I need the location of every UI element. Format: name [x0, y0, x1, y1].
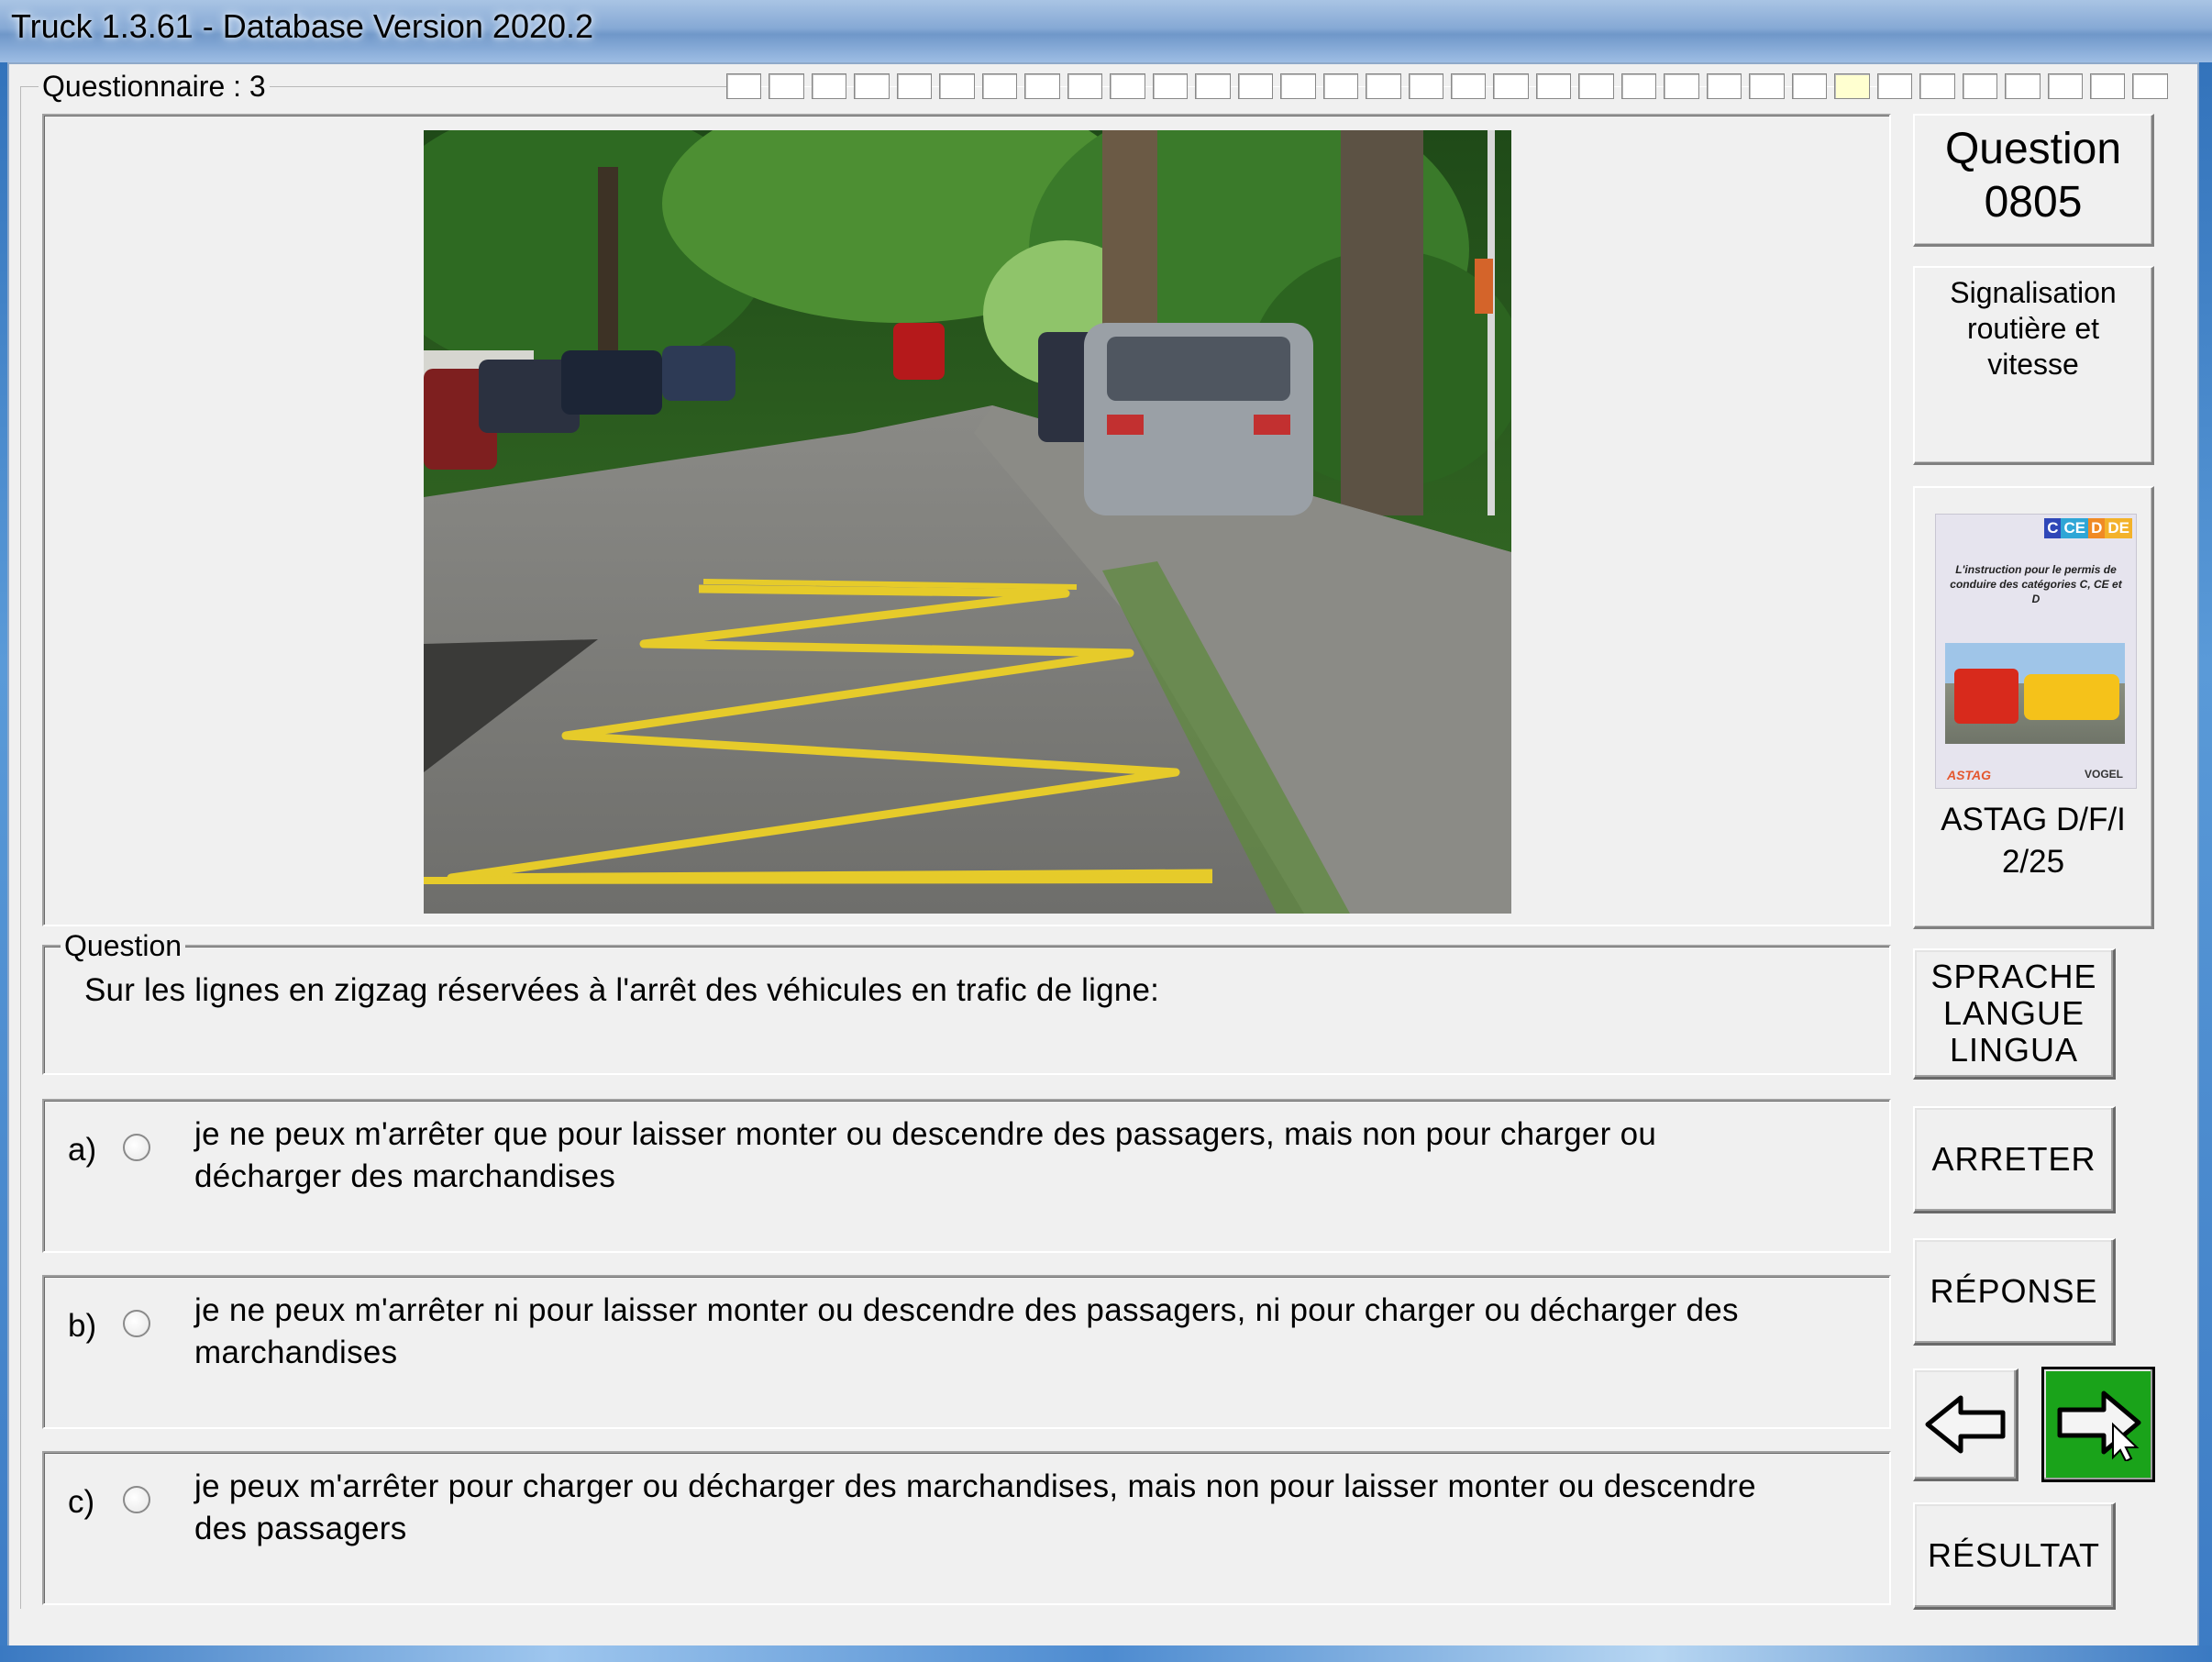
- progress-cell: [1535, 73, 1572, 99]
- title-bar[interactable]: Truck 1.3.61 - Database Version 2020.2: [0, 0, 2212, 62]
- progress-cell: [1067, 73, 1103, 99]
- previous-button[interactable]: [1913, 1368, 2018, 1481]
- question-number: 0805: [1984, 178, 2083, 227]
- arrow-left-icon: [1925, 1395, 2006, 1454]
- answer-a-letter: a): [68, 1132, 97, 1168]
- progress-cell: [1876, 73, 1913, 99]
- progress-cell: [896, 73, 933, 99]
- answer-b-line1: je ne peux m'arrêter ni pour laisser mon…: [194, 1292, 1739, 1328]
- reference-page: 2/25: [2001, 844, 2065, 880]
- answer-b-text[interactable]: je ne peux m'arrêter ni pour laisser mon…: [194, 1290, 1739, 1374]
- progress-cell: [811, 73, 847, 99]
- language-label-de: SPRACHE: [1930, 958, 2097, 995]
- answer-a-line1: je ne peux m'arrêter que pour laisser mo…: [194, 1116, 1657, 1152]
- progress-cell: [1237, 73, 1274, 99]
- progress-cell: [1195, 73, 1231, 99]
- answer-a-radio[interactable]: [123, 1134, 150, 1161]
- truck-shape: [1954, 669, 2018, 724]
- answer-c-text[interactable]: je peux m'arrêter pour charger ou déchar…: [194, 1466, 1756, 1550]
- progress-cell: [1408, 73, 1443, 99]
- answer-b-radio[interactable]: [123, 1310, 150, 1337]
- progress-cell: [1962, 73, 1998, 99]
- result-button[interactable]: RÉSULTAT: [1913, 1502, 2116, 1610]
- progress-cell: [1450, 73, 1487, 99]
- questionnaire-label: Questionnaire : 3: [39, 70, 270, 103]
- answer-c-letter: c): [68, 1484, 95, 1520]
- progress-cell: [1749, 73, 1785, 99]
- stop-button[interactable]: ARRETER: [1913, 1106, 2116, 1213]
- answer-c-line1: je peux m'arrêter pour charger ou déchar…: [194, 1468, 1756, 1504]
- progress-cell: [1919, 73, 1955, 99]
- progress-cell: [1280, 73, 1316, 99]
- book-cover: C CE D DE L'instruction pour le permis d…: [1935, 514, 2137, 789]
- progress-cell: [1791, 73, 1828, 99]
- cover-logo-right: VOGEL: [2084, 768, 2123, 781]
- arrow-right-icon: [2057, 1391, 2141, 1461]
- language-label-it: LINGUA: [1949, 1031, 2079, 1069]
- answer-c-line2: des passagers: [194, 1511, 407, 1546]
- question-number-box: Question 0805: [1913, 114, 2154, 247]
- cover-badges: C CE D DE: [2044, 518, 2132, 538]
- bus-shape: [2024, 674, 2119, 720]
- next-button[interactable]: [2041, 1367, 2155, 1482]
- question-text: Sur les lignes en zigzag réservées à l'a…: [84, 972, 1160, 1008]
- progress-cell: [726, 73, 762, 99]
- progress-cell: [2005, 73, 2041, 99]
- group-left-line: [20, 86, 21, 1609]
- cover-badge-de: DE: [2105, 518, 2132, 538]
- question-legend: Question: [61, 929, 186, 962]
- category-text: Signalisation routière et vitesse: [1950, 276, 2117, 381]
- language-button[interactable]: SPRACHE LANGUE LINGUA: [1913, 948, 2116, 1080]
- progress-cell: [939, 73, 975, 99]
- progress-cell: [769, 73, 804, 99]
- answer-button[interactable]: RÉPONSE: [1913, 1238, 2116, 1346]
- answer-a-text[interactable]: je ne peux m'arrêter que pour laisser mo…: [194, 1114, 1656, 1198]
- cover-logo-left: ASTAG: [1947, 768, 1991, 782]
- questionnaire-progress: [726, 73, 2175, 99]
- cover-badge-d: D: [2088, 518, 2106, 538]
- progress-cell: [1152, 73, 1189, 99]
- answer-a-line2: décharger des marchandises: [194, 1158, 616, 1194]
- progress-cell: [1834, 73, 1870, 99]
- progress-cell: [1493, 73, 1529, 99]
- app-window: Truck 1.3.61 - Database Version 2020.2 Q…: [0, 0, 2212, 1662]
- question-photo: [424, 130, 1511, 914]
- answer-c-radio[interactable]: [123, 1486, 150, 1513]
- progress-cell: [2090, 73, 2126, 99]
- question-number-label: Question: [1944, 125, 2122, 173]
- cover-badge-ce: CE: [2061, 518, 2089, 538]
- progress-cell: [2047, 73, 2083, 99]
- language-label-fr: LANGUE: [1942, 994, 2085, 1032]
- progress-cell: [854, 73, 890, 99]
- question-panel: [42, 945, 1891, 1075]
- progress-cell: [1366, 73, 1401, 99]
- road-photo-illustration: [424, 130, 1511, 914]
- progress-cell: [1110, 73, 1145, 99]
- answer-b-line2: marchandises: [194, 1335, 398, 1370]
- reference-source: ASTAG D/F/I: [1941, 802, 2126, 837]
- progress-cell: [1620, 73, 1657, 99]
- window-title: Truck 1.3.61 - Database Version 2020.2: [11, 7, 594, 45]
- cover-truck-image: [1945, 643, 2125, 744]
- window-bottom-edge: [0, 1645, 2212, 1662]
- answer-b-letter: b): [68, 1308, 97, 1344]
- cover-badge-c: C: [2044, 518, 2062, 538]
- progress-cell: [1578, 73, 1614, 99]
- progress-cell: [1322, 73, 1359, 99]
- progress-cell: [1024, 73, 1060, 99]
- progress-cell: [1706, 73, 1742, 99]
- progress-cell: [1664, 73, 1699, 99]
- progress-cell: [981, 73, 1018, 99]
- progress-cell: [2132, 73, 2168, 99]
- reference-box: C CE D DE L'instruction pour le permis d…: [1913, 486, 2154, 929]
- cover-text: L'instruction pour le permis de conduire…: [1950, 563, 2122, 605]
- category-box: Signalisation routière et vitesse: [1913, 266, 2154, 465]
